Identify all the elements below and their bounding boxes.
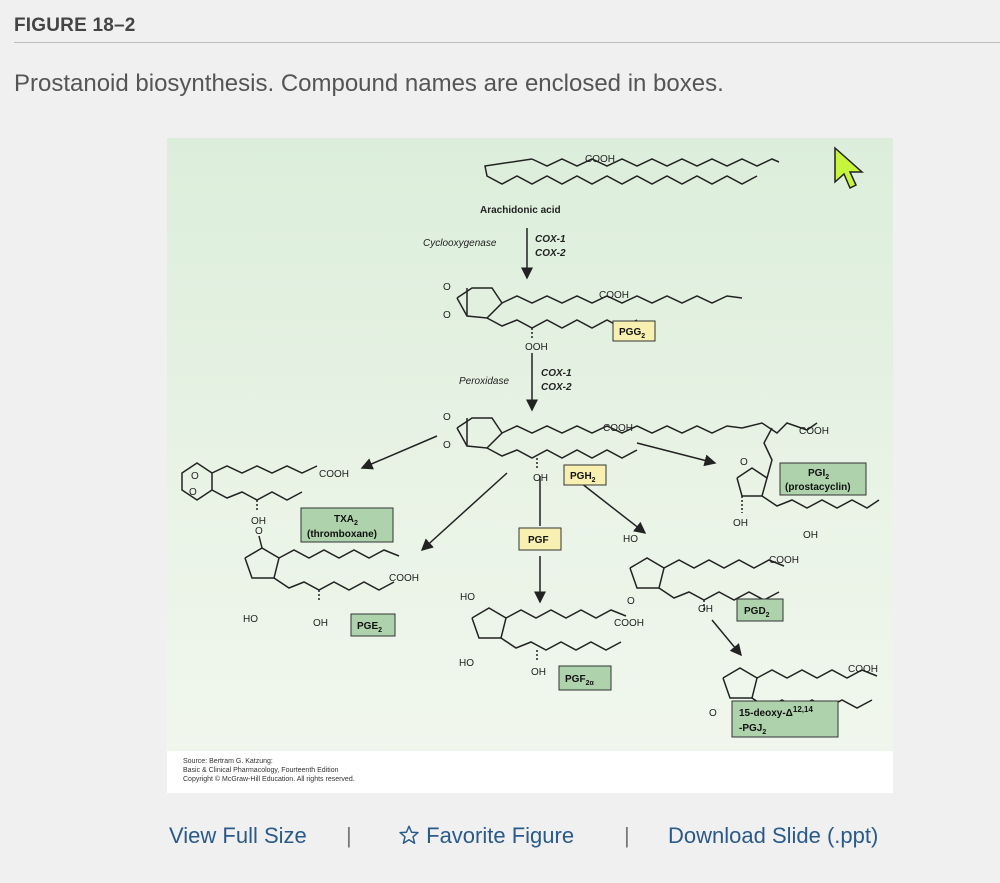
cooh-label-pgg2: COOH <box>599 290 629 301</box>
o-label-txa2-1: O <box>191 471 199 482</box>
favorite-figure-label: Favorite Figure <box>426 823 575 848</box>
pgd2-box: PGD2 <box>736 598 784 622</box>
ooh-label: OOH <box>525 342 548 353</box>
o-label-pgh2-2: O <box>443 440 451 451</box>
figure-image[interactable]: COOH Arachidonic acid Cyclooxygenase COX… <box>167 138 893 793</box>
figure-caption: Prostanoid biosynthesis. Compound names … <box>14 70 724 97</box>
source-bar: Source: Bertram G. Katzung: Basic & Clin… <box>167 751 893 793</box>
header-divider <box>14 42 1000 43</box>
o-label-txa2-2: O <box>189 487 197 498</box>
txa2-box: TXA2 (thromboxane) <box>300 507 394 543</box>
o-label-deoxy: O <box>709 708 717 719</box>
star-outline-icon <box>399 825 419 844</box>
oh-label-pgi2-2: OH <box>803 530 818 541</box>
o-label-pgh2-1: O <box>443 412 451 423</box>
o-label-pge2: O <box>255 526 263 537</box>
oh-label-pgi2-1: OH <box>733 518 748 529</box>
cooh-label-pgi2: COOH <box>799 426 829 437</box>
ho-label-pgf2a-2: HO <box>459 658 474 669</box>
svg-text:(thromboxane): (thromboxane) <box>307 529 377 540</box>
arrow-to-pgi2 <box>636 442 717 467</box>
oh-label-pgd2: OH <box>698 604 713 615</box>
cooh-label-deoxy: COOH <box>848 664 878 675</box>
figure-actions: View Full Size | Favorite Figure | Downl… <box>0 823 1000 853</box>
figure-label: FIGURE 18–2 <box>14 15 136 36</box>
view-full-size-link[interactable]: View Full Size <box>169 823 307 849</box>
svg-text:(prostacyclin): (prostacyclin) <box>785 482 851 493</box>
oh-label-pgf2a: OH <box>531 667 546 678</box>
cooh-label-pgf2a: COOH <box>614 618 644 629</box>
ho-label-pge2: HO <box>243 614 258 625</box>
pgf-box: PGF <box>518 527 562 551</box>
ho-label-pgd2: HO <box>623 534 638 545</box>
o-label-pgg2-2: O <box>443 310 451 321</box>
peroxidase-label: Peroxidase <box>459 376 509 387</box>
arrow-to-pge2 <box>420 472 508 552</box>
o-label-pgi2: O <box>740 457 748 468</box>
cooh-label-pge2: COOH <box>389 573 419 584</box>
separator-1: | <box>346 823 352 848</box>
arachidonic-acid-structure <box>531 158 780 167</box>
prostanoid-diagram: COOH Arachidonic acid Cyclooxygenase COX… <box>181 146 880 738</box>
cox2-label-mid: COX-2 <box>541 382 572 393</box>
15-deoxy-pgj2-box: 15-deoxy-Δ12,14 -PGJ2 <box>731 700 839 738</box>
cox2-label-top: COX-2 <box>535 248 566 259</box>
arrow-to-15-deoxy-pgj2 <box>711 619 742 657</box>
favorite-figure-link[interactable]: Favorite Figure <box>398 823 574 849</box>
pgi2-box: PGI2 (prostacyclin) <box>779 462 867 496</box>
cooh-label-pgd2: COOH <box>769 555 799 566</box>
pgh2-box: PGH2 <box>563 464 607 486</box>
o-label-pgg2-1: O <box>443 282 451 293</box>
arrow-to-txa2 <box>360 435 438 470</box>
cox1-label-top: COX-1 <box>535 234 566 245</box>
pgg2-box: PGG2 <box>612 320 656 342</box>
oh-label-pge2: OH <box>313 618 328 629</box>
separator-2: | <box>624 823 630 848</box>
cox1-label-mid: COX-1 <box>541 368 572 379</box>
cooh-label-pgh2: COOH <box>603 423 633 434</box>
cyclooxygenase-label: Cyclooxygenase <box>423 238 497 249</box>
o-label-pgd2: O <box>627 596 635 607</box>
cooh-label-txa2: COOH <box>319 469 349 480</box>
svg-text:PGF: PGF <box>528 535 549 546</box>
source-line-1: Source: Bertram G. Katzung: <box>183 758 273 765</box>
source-line-2: Basic & Clinical Pharmacology, Fourteent… <box>183 767 339 774</box>
cooh-label-aa: COOH <box>585 154 615 165</box>
source-text: Source: Bertram G. Katzung: Basic & Clin… <box>183 757 355 784</box>
ho-label-pgf2a-1: HO <box>460 592 475 603</box>
pge2-box: PGE2 <box>350 613 396 637</box>
arachidonic-acid-label: Arachidonic acid <box>480 205 561 216</box>
source-line-3: Copyright © McGraw-Hill Education. All r… <box>183 776 355 783</box>
oh-label-pgh2: OH <box>533 473 548 484</box>
pgf2a-box: PGF2α <box>558 665 612 691</box>
download-slide-link[interactable]: Download Slide (.ppt) <box>668 823 878 849</box>
mouse-pointer-icon <box>834 146 864 190</box>
